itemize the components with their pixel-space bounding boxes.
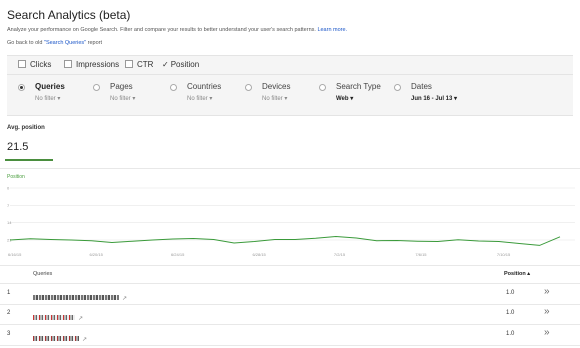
position-series-line bbox=[9, 235, 561, 246]
row-number: 3 bbox=[7, 331, 11, 337]
radio-icon bbox=[319, 84, 326, 91]
radio-icon bbox=[245, 84, 252, 91]
page-title: Search Analytics (beta) bbox=[7, 8, 131, 22]
radio-icon bbox=[93, 84, 100, 91]
metric-ctr-checkbox[interactable]: CTR bbox=[125, 60, 153, 69]
goback-suffix: report bbox=[86, 40, 103, 46]
row-number: 2 bbox=[7, 310, 11, 316]
checkmark-icon: ✓ bbox=[162, 60, 169, 69]
x-tick-label: 6/16/15 bbox=[8, 252, 22, 257]
search-type-dropdown[interactable]: Web ▾ bbox=[336, 95, 353, 102]
page-description: Analyze your performance on Google Searc… bbox=[7, 27, 347, 33]
external-link-icon[interactable]: ↗ bbox=[78, 315, 83, 322]
x-tick-label: 7/6/15 bbox=[415, 252, 427, 257]
metric-clicks-checkbox[interactable]: Clicks bbox=[18, 60, 51, 69]
metric-label: CTR bbox=[137, 60, 154, 69]
column-header-position[interactable]: Position ▴ bbox=[504, 271, 530, 277]
table-row[interactable]: 1 ↗ 1.0 » bbox=[0, 283, 580, 305]
dimension-label: Countries bbox=[187, 82, 222, 91]
checkbox-icon bbox=[125, 60, 133, 68]
dimension-label: Pages bbox=[110, 82, 133, 91]
position-chart: 071421 6/16/15 6/20/15 6/24/15 6/28/15 7/2/1… bbox=[7, 186, 575, 257]
divider bbox=[0, 265, 580, 266]
queries-filter-dropdown[interactable]: No filter ▾ bbox=[35, 95, 60, 102]
x-tick-label: 7/2/15 bbox=[334, 252, 346, 257]
row-position: 1.0 bbox=[506, 290, 515, 296]
table-row[interactable]: 2 ↗ 1.0 » bbox=[0, 304, 580, 325]
row-number: 1 bbox=[7, 290, 11, 296]
query-text-redacted: ↗ bbox=[33, 289, 128, 302]
filter-panel: Clicks Impressions CTR ✓ Position Queries… bbox=[7, 55, 573, 116]
x-tick-label: 6/28/15 bbox=[252, 252, 266, 257]
x-tick-label: 6/20/15 bbox=[89, 252, 103, 257]
countries-filter-dropdown[interactable]: No filter ▾ bbox=[187, 95, 212, 102]
description-text: Analyze your performance on Google Searc… bbox=[7, 27, 316, 33]
checkbox-icon bbox=[18, 60, 26, 68]
metric-label: Impressions bbox=[76, 60, 120, 69]
devices-filter-dropdown[interactable]: No filter ▾ bbox=[262, 95, 287, 102]
goback-prefix: Go back to old bbox=[7, 40, 44, 46]
dimension-label: Devices bbox=[262, 82, 291, 91]
pages-filter-dropdown[interactable]: No filter ▾ bbox=[110, 95, 135, 102]
x-tick-label: 7/10/15 bbox=[497, 252, 511, 257]
learn-more-link[interactable]: Learn more. bbox=[317, 27, 347, 33]
x-tick-label: 6/24/15 bbox=[171, 252, 185, 257]
metric-impressions-checkbox[interactable]: Impressions bbox=[64, 60, 119, 69]
query-text-redacted: ↗ bbox=[33, 309, 84, 322]
row-position: 1.0 bbox=[506, 331, 515, 337]
query-text-redacted: ↗ bbox=[33, 330, 88, 343]
y-tick-label: 14 bbox=[7, 220, 12, 225]
metric-label: Clicks bbox=[30, 60, 52, 69]
metric-selector: Clicks Impressions CTR ✓ Position bbox=[7, 56, 573, 75]
metric-card-label: Avg. position bbox=[7, 125, 45, 131]
external-link-icon[interactable]: ↗ bbox=[122, 295, 127, 302]
checkbox-icon bbox=[64, 60, 72, 68]
table-row[interactable]: 3 ↗ 1.0 » bbox=[0, 325, 580, 346]
metric-card-value: 21.5 bbox=[7, 141, 29, 153]
old-report-note: Go back to old "Search Queries" report bbox=[7, 40, 102, 46]
radio-icon bbox=[394, 84, 401, 91]
metric-label: Position bbox=[170, 60, 200, 69]
row-expand-icon[interactable]: » bbox=[544, 306, 550, 317]
row-position: 1.0 bbox=[506, 310, 515, 316]
column-header-queries[interactable]: Queries bbox=[33, 271, 52, 277]
external-link-icon[interactable]: ↗ bbox=[82, 336, 87, 343]
old-report-link[interactable]: "Search Queries" bbox=[44, 40, 86, 46]
date-range-dropdown[interactable]: Jun 16 - Jul 13 ▾ bbox=[411, 95, 457, 102]
radio-icon bbox=[170, 84, 177, 91]
dimension-label: Queries bbox=[35, 82, 65, 91]
divider bbox=[0, 168, 580, 169]
dimension-label: Search Type bbox=[336, 82, 381, 91]
avg-position-card: Avg. position 21.5 bbox=[5, 125, 53, 161]
dimension-label: Dates bbox=[411, 82, 432, 91]
radio-icon bbox=[18, 84, 25, 91]
metric-position-checkbox[interactable]: ✓ Position bbox=[162, 60, 199, 69]
y-tick-label: 7 bbox=[7, 203, 10, 208]
row-expand-icon[interactable]: » bbox=[544, 286, 550, 297]
y-tick-label: 0 bbox=[7, 186, 10, 191]
row-expand-icon[interactable]: » bbox=[544, 327, 550, 338]
